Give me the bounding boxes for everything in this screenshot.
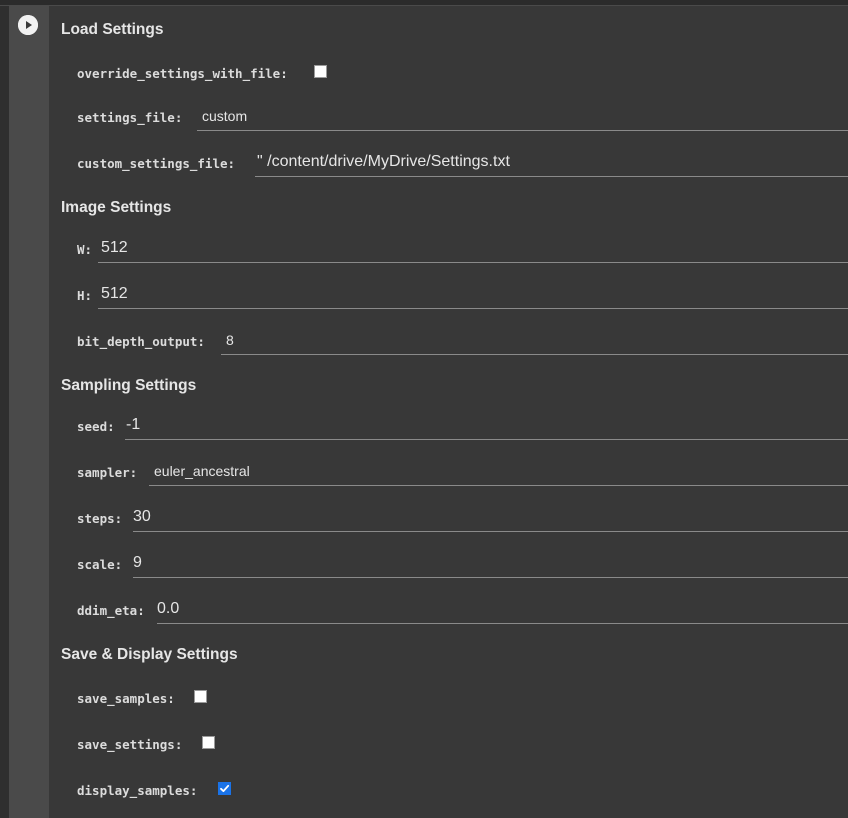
ddim-eta-row: ddim_eta: 0.0 [77, 597, 848, 625]
width-label: W: [77, 242, 93, 257]
save-samples-checkbox[interactable] [194, 690, 207, 703]
seed-input[interactable]: -1 [125, 413, 848, 440]
width-row: W: 512 [77, 236, 848, 264]
sampler-select[interactable]: euler_ancestral [149, 459, 848, 486]
cell-gutter [9, 6, 49, 818]
bit-depth-row: bit_depth_output: 8 [77, 328, 848, 356]
sampler-label: sampler: [77, 465, 138, 480]
save-settings-label: save_settings: [77, 737, 183, 752]
steps-value: 30 [133, 508, 151, 525]
ddim-eta-value: 0.0 [157, 600, 180, 617]
form-panel: Load Settings override_settings_with_fil… [49, 6, 848, 818]
display-samples-checkbox[interactable] [218, 782, 231, 795]
custom-settings-file-value: " /content/drive/MyDrive/Settings.txt [257, 153, 510, 170]
custom-settings-file-input[interactable]: " /content/drive/MyDrive/Settings.txt [255, 150, 848, 177]
save-settings-checkbox[interactable] [202, 736, 215, 749]
width-value: 512 [101, 239, 128, 256]
custom-settings-file-label: custom_settings_file: [77, 156, 236, 171]
scale-label: scale: [77, 557, 123, 572]
play-icon [18, 15, 38, 35]
section-title-image-settings: Image Settings [61, 199, 172, 216]
save-samples-label: save_samples: [77, 691, 175, 706]
height-row: H: 512 [77, 282, 848, 310]
height-input[interactable]: 512 [98, 282, 848, 309]
bit-depth-select[interactable]: 8 [221, 328, 848, 355]
bit-depth-label: bit_depth_output: [77, 334, 205, 349]
settings-file-select[interactable]: custom [197, 104, 848, 131]
settings-file-row: settings_file: custom [77, 104, 848, 132]
ddim-eta-label: ddim_eta: [77, 603, 145, 618]
scale-input[interactable]: 9 [133, 551, 848, 578]
cell-left-strip [0, 6, 9, 818]
width-input[interactable]: 512 [98, 236, 848, 263]
override-settings-checkbox[interactable] [314, 65, 327, 78]
custom-settings-file-row: custom_settings_file: " /content/drive/M… [77, 150, 848, 178]
height-label: H: [77, 288, 93, 303]
section-title-load-settings: Load Settings [61, 21, 164, 38]
seed-value: -1 [126, 416, 141, 433]
section-title-save-display-settings: Save & Display Settings [61, 646, 238, 663]
run-cell-button[interactable] [18, 15, 38, 35]
scale-value: 9 [133, 554, 142, 571]
steps-input[interactable]: 30 [133, 505, 848, 532]
checkmark-icon [220, 784, 230, 792]
sampler-value: euler_ancestral [154, 463, 250, 479]
scale-row: scale: 9 [77, 551, 848, 579]
override-settings-label: override_settings_with_file: [77, 66, 288, 81]
ddim-eta-input[interactable]: 0.0 [157, 597, 848, 624]
bit-depth-value: 8 [226, 332, 234, 348]
seed-row: seed: -1 [77, 413, 848, 441]
height-value: 512 [101, 285, 128, 302]
settings-file-value: custom [202, 108, 248, 124]
display-samples-label: display_samples: [77, 783, 198, 798]
seed-label: seed: [77, 419, 115, 434]
sampler-row: sampler: euler_ancestral [77, 459, 848, 487]
settings-file-label: settings_file: [77, 110, 183, 125]
steps-row: steps: 30 [77, 505, 848, 533]
steps-label: steps: [77, 511, 123, 526]
section-title-sampling-settings: Sampling Settings [61, 377, 197, 394]
